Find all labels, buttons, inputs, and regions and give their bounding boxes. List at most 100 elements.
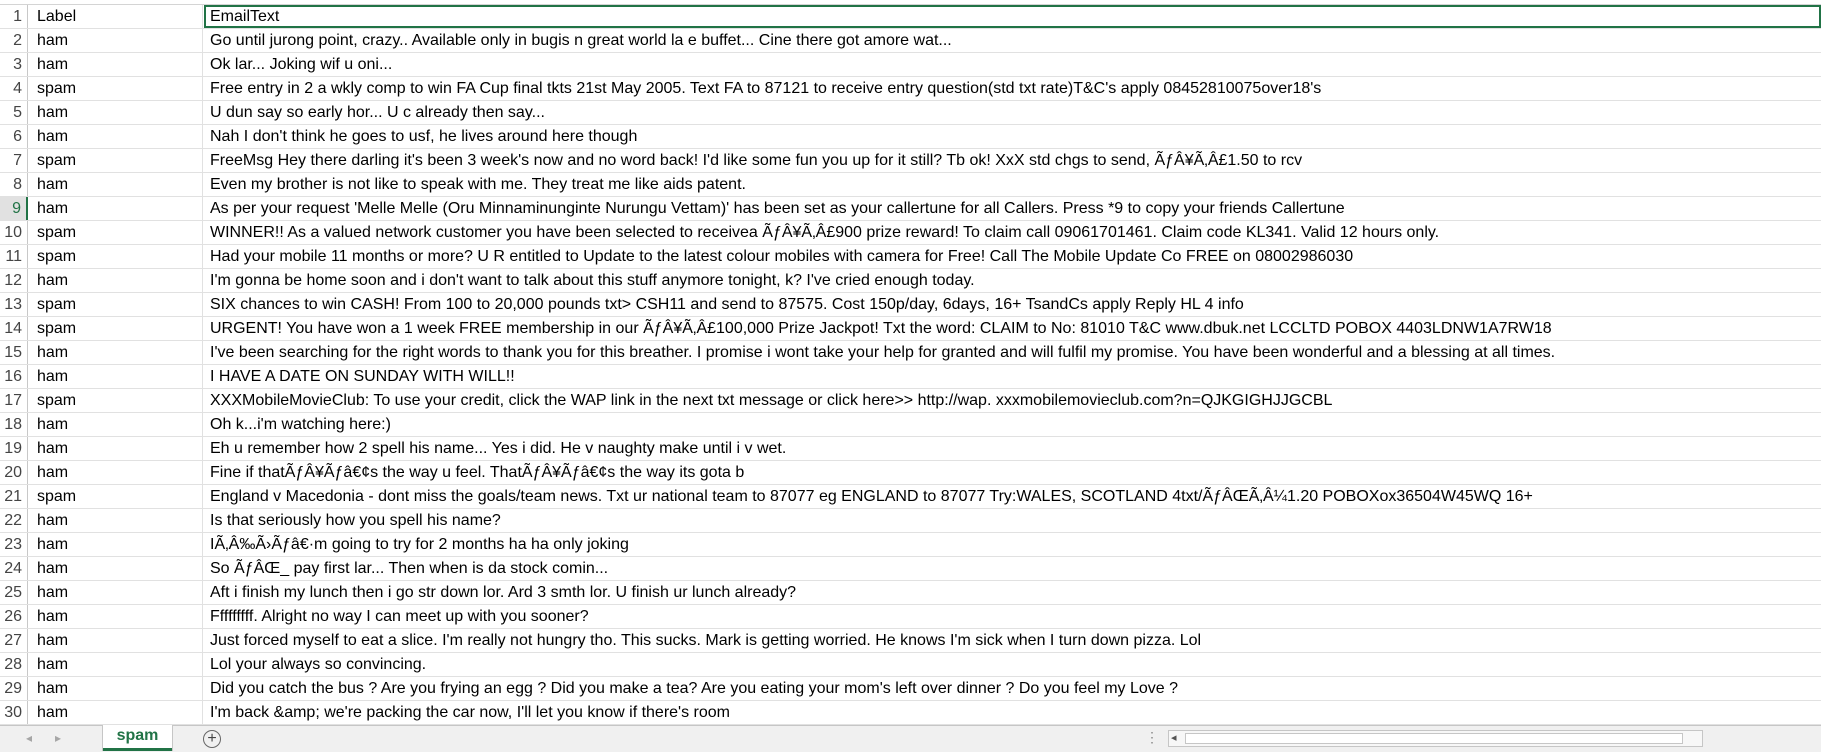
row-header[interactable]: 17 (0, 389, 28, 412)
row-header[interactable]: 2 (0, 29, 28, 52)
row-header[interactable]: 6 (0, 125, 28, 148)
row-header[interactable]: 3 (0, 53, 28, 76)
row-header[interactable]: 7 (0, 149, 28, 172)
cell-label[interactable]: spam (29, 317, 203, 340)
cell-email-text[interactable]: Even my brother is not like to speak wit… (204, 173, 1821, 196)
cell-email-text[interactable]: Did you catch the bus ? Are you frying a… (204, 677, 1821, 700)
cell-email-text[interactable]: Just forced myself to eat a slice. I'm r… (204, 629, 1821, 652)
cell-label[interactable]: spam (29, 245, 203, 268)
cell-label[interactable]: ham (29, 605, 203, 628)
row-header[interactable]: 20 (0, 461, 28, 484)
row-header[interactable]: 1 (0, 5, 28, 28)
cell-label[interactable]: Label (29, 5, 203, 28)
cell-email-text[interactable]: Fine if thatÃƒÂ¥Ãƒâ€¢s the way u feel. T… (204, 461, 1821, 484)
tab-splitter-icon[interactable]: ⋮ (1145, 729, 1159, 746)
row-header[interactable]: 28 (0, 653, 28, 676)
selected-cell[interactable]: EmailText (204, 5, 1821, 28)
cell-email-text[interactable]: URGENT! You have won a 1 week FREE membe… (204, 317, 1821, 340)
cell-email-text[interactable]: Ok lar... Joking wif u oni... (204, 53, 1821, 76)
cell-label[interactable]: spam (29, 485, 203, 508)
cell-email-text[interactable]: Nah I don't think he goes to usf, he liv… (204, 125, 1821, 148)
cell-label[interactable]: ham (29, 365, 203, 388)
cell-label[interactable]: ham (29, 701, 203, 724)
cell-email-text[interactable]: I'm back &amp; we're packing the car now… (204, 701, 1821, 724)
cell-email-text[interactable]: Eh u remember how 2 spell his name... Ye… (204, 437, 1821, 460)
horizontal-scrollbar[interactable]: ◂ (1168, 730, 1703, 747)
cell-email-text[interactable]: I HAVE A DATE ON SUNDAY WITH WILL!! (204, 365, 1821, 388)
cell-label[interactable]: ham (29, 341, 203, 364)
cell-label[interactable]: spam (29, 77, 203, 100)
cell-email-text[interactable]: Aft i finish my lunch then i go str down… (204, 581, 1821, 604)
row-header[interactable]: 19 (0, 437, 28, 460)
cell-label[interactable]: ham (29, 509, 203, 532)
cell-email-text[interactable]: Had your mobile 11 months or more? U R e… (204, 245, 1821, 268)
cell-label[interactable]: ham (29, 581, 203, 604)
cell-email-text[interactable]: U dun say so early hor... U c already th… (204, 101, 1821, 124)
cell-email-text[interactable]: IÃ‚Â‰Ã›Ãƒâ€·m going to try for 2 months … (204, 533, 1821, 556)
table-row: 30 ham I'm back &amp; we're packing the ca… (0, 701, 1821, 725)
row-header[interactable]: 18 (0, 413, 28, 436)
cell-label[interactable]: ham (29, 197, 203, 220)
row-header[interactable]: 26 (0, 605, 28, 628)
cell-label[interactable]: ham (29, 677, 203, 700)
add-sheet-icon[interactable]: + (203, 730, 221, 748)
cell-label[interactable]: ham (29, 173, 203, 196)
cell-email-text[interactable]: As per your request 'Melle Melle (Oru Mi… (204, 197, 1821, 220)
sheet-tab-spam[interactable]: spam (103, 725, 172, 751)
cell-label[interactable]: ham (29, 629, 203, 652)
cell-label[interactable]: ham (29, 53, 203, 76)
cell-email-text[interactable]: Is that seriously how you spell his name… (204, 509, 1821, 532)
cell-label[interactable]: ham (29, 125, 203, 148)
row-header[interactable]: 12 (0, 269, 28, 292)
scroll-left-icon[interactable]: ◂ (1171, 731, 1177, 746)
cell-label[interactable]: ham (29, 29, 203, 52)
cell-label[interactable]: ham (29, 269, 203, 292)
next-sheet-icon[interactable]: ▸ (55, 731, 61, 745)
cell-email-text[interactable]: Go until jurong point, crazy.. Available… (204, 29, 1821, 52)
row-header[interactable]: 25 (0, 581, 28, 604)
cell-email-text[interactable]: So ÃƒÂŒ_ pay first lar... Then when is d… (204, 557, 1821, 580)
row-header[interactable]: 15 (0, 341, 28, 364)
row-header[interactable]: 9 (0, 197, 28, 220)
spreadsheet-grid[interactable]: 1 Label EmailText 2 ham Go until jurong point… (0, 0, 1821, 725)
cell-email-text[interactable]: England v Macedonia - dont miss the goal… (204, 485, 1821, 508)
row-header[interactable]: 21 (0, 485, 28, 508)
cell-label[interactable]: ham (29, 437, 203, 460)
row-header[interactable]: 24 (0, 557, 28, 580)
row-header[interactable]: 14 (0, 317, 28, 340)
cell-label[interactable]: spam (29, 149, 203, 172)
row-header[interactable]: 29 (0, 677, 28, 700)
row-header[interactable]: 11 (0, 245, 28, 268)
row-header[interactable]: 16 (0, 365, 28, 388)
cell-email-text[interactable]: Lol your always so convincing. (204, 653, 1821, 676)
cell-label[interactable]: ham (29, 101, 203, 124)
cell-label[interactable]: ham (29, 461, 203, 484)
cell-email-text[interactable]: I've been searching for the right words … (204, 341, 1821, 364)
cell-email-text[interactable]: WINNER!! As a valued network customer yo… (204, 221, 1821, 244)
cell-email-text[interactable]: Fffffffff. Alright no way I can meet up … (204, 605, 1821, 628)
row-header[interactable]: 10 (0, 221, 28, 244)
cell-label[interactable]: spam (29, 293, 203, 316)
prev-sheet-icon[interactable]: ◂ (26, 731, 32, 745)
row-header[interactable]: 8 (0, 173, 28, 196)
row-header[interactable]: 23 (0, 533, 28, 556)
cell-label[interactable]: ham (29, 653, 203, 676)
cell-label[interactable]: spam (29, 389, 203, 412)
row-header[interactable]: 30 (0, 701, 28, 724)
row-header[interactable]: 27 (0, 629, 28, 652)
cell-label[interactable]: ham (29, 533, 203, 556)
cell-email-text[interactable]: XXXMobileMovieClub: To use your credit, … (204, 389, 1821, 412)
scrollbar-thumb[interactable] (1185, 733, 1683, 744)
cell-email-text[interactable]: SIX chances to win CASH! From 100 to 20,… (204, 293, 1821, 316)
row-header[interactable]: 22 (0, 509, 28, 532)
cell-email-text[interactable]: Free entry in 2 a wkly comp to win FA Cu… (204, 77, 1821, 100)
cell-label[interactable]: ham (29, 557, 203, 580)
row-header[interactable]: 5 (0, 101, 28, 124)
cell-label[interactable]: ham (29, 413, 203, 436)
cell-email-text[interactable]: FreeMsg Hey there darling it's been 3 we… (204, 149, 1821, 172)
cell-email-text[interactable]: Oh k...i'm watching here:) (204, 413, 1821, 436)
cell-email-text[interactable]: I'm gonna be home soon and i don't want … (204, 269, 1821, 292)
row-header[interactable]: 13 (0, 293, 28, 316)
row-header[interactable]: 4 (0, 77, 28, 100)
cell-label[interactable]: spam (29, 221, 203, 244)
